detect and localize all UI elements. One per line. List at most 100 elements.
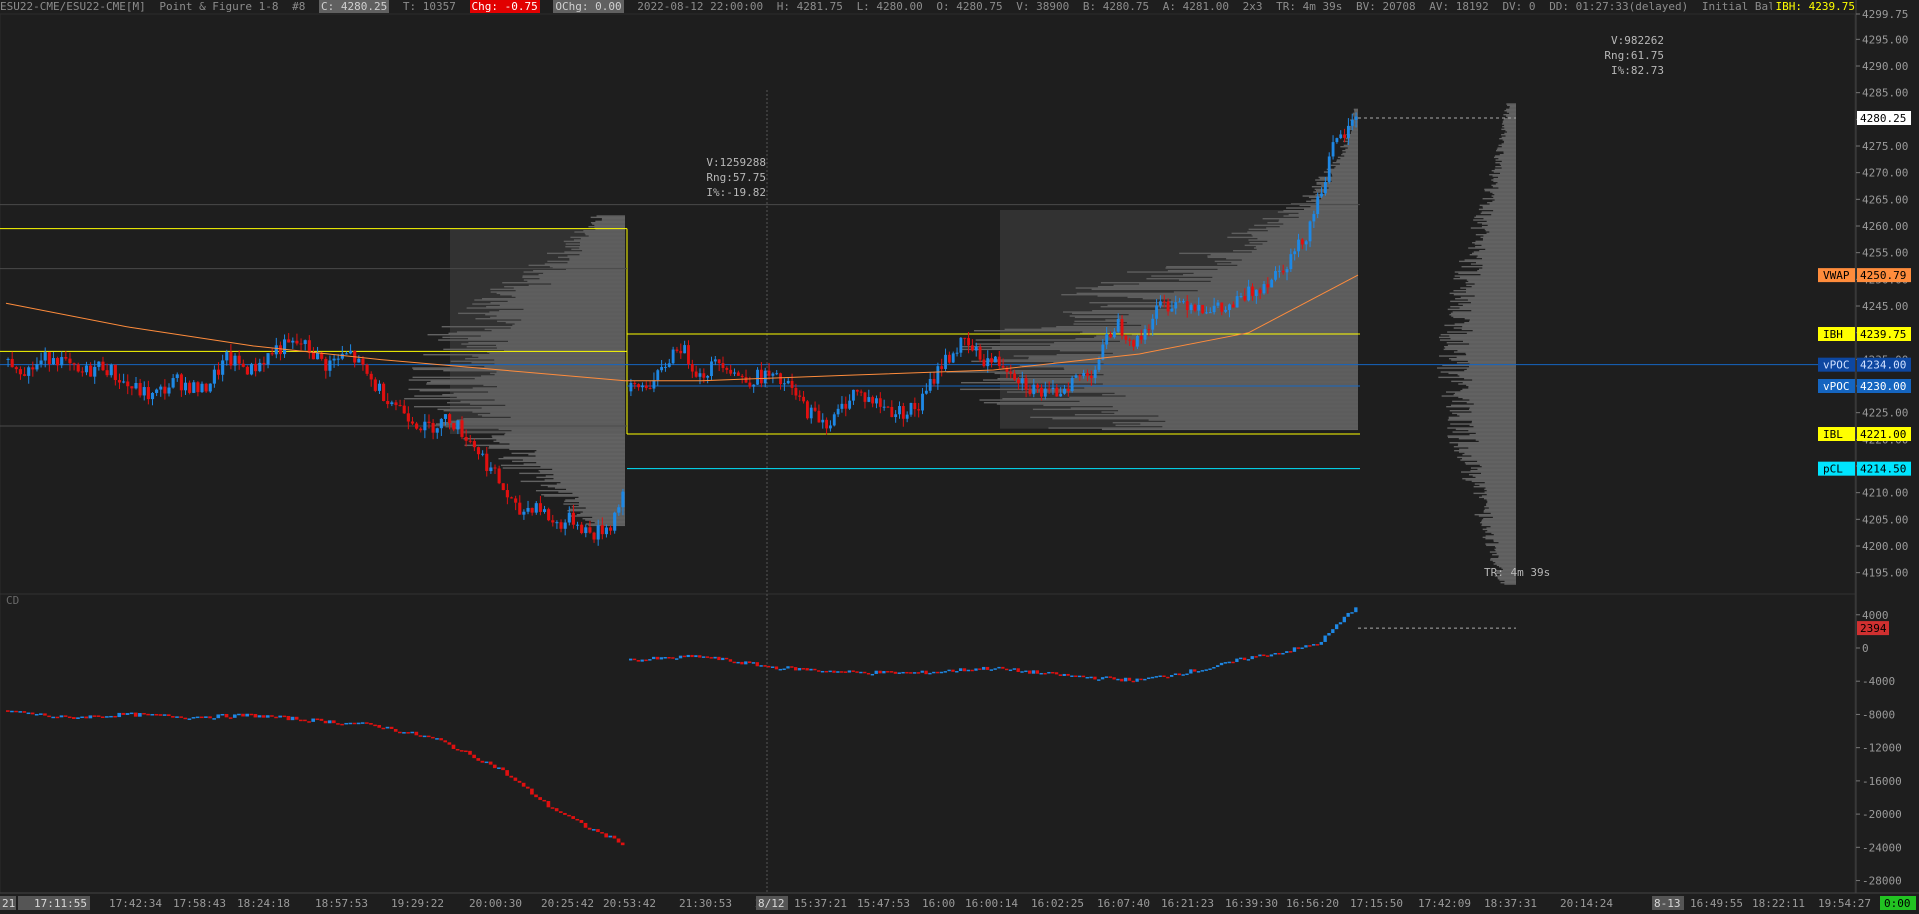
cd-bar [667, 657, 671, 659]
profile-row [1449, 442, 1516, 444]
cd-bar [1235, 658, 1239, 663]
profile-row [1475, 476, 1516, 479]
profile-row [1491, 179, 1516, 181]
price-bar [782, 383, 786, 385]
price-tick-label: 4299.75 [1862, 8, 1908, 21]
profile-row [1457, 350, 1516, 352]
price-bar [1201, 304, 1205, 314]
profile-row [1331, 174, 1358, 176]
cd-bar [736, 661, 740, 664]
cd-bar [1127, 677, 1132, 681]
cd-bar [191, 717, 196, 719]
price-bar [1339, 134, 1343, 139]
cd-bar [1035, 670, 1040, 674]
profile-row [1496, 552, 1516, 555]
profile-row [1506, 103, 1516, 105]
cd-axis[interactable]: 4000 0 -4000 -8000 -12000 -16000 -20000 -24000 -… [1856, 609, 1902, 888]
time-axis[interactable]: 21 17:11:55 17:42:34 17:58:43 18:24:18 18:57:… [0, 896, 1916, 910]
price-bar [944, 354, 947, 369]
profile-row [1503, 152, 1516, 155]
profile-row [1446, 342, 1516, 344]
cd-bar [484, 761, 489, 764]
cd-bar [356, 722, 361, 725]
cd-bar [1334, 624, 1339, 630]
price-bar [51, 358, 56, 365]
price-bar [1059, 393, 1063, 397]
price-bar [1086, 372, 1089, 376]
profile-row [1482, 198, 1516, 200]
cd-bar [257, 715, 262, 718]
cd-bar [678, 655, 683, 659]
profile-row [590, 222, 625, 224]
profile-row [1443, 348, 1516, 351]
profile-row [1455, 428, 1516, 431]
profile-row [1456, 362, 1516, 364]
price-bar [204, 383, 208, 392]
cd-tick-label: -8000 [1862, 708, 1895, 721]
cd-bar [1258, 654, 1262, 657]
cd-bar [1323, 635, 1327, 642]
profile-row [1474, 514, 1516, 516]
profile-row [1472, 330, 1516, 332]
price-bar [1001, 365, 1005, 368]
price-axis[interactable]: 4299.754295.004290.004285.004280.004275.… [1856, 8, 1908, 580]
cd-bar [817, 670, 821, 672]
price-bar [652, 380, 656, 389]
price-bar [974, 346, 978, 351]
profile-row [1466, 368, 1516, 371]
cd-bar [381, 727, 386, 730]
profile-row [1481, 244, 1516, 247]
profile-row [1101, 428, 1358, 431]
profile-row [1462, 388, 1516, 391]
cd-bar [492, 764, 497, 769]
cd-bar [51, 716, 56, 719]
profile-row [1479, 484, 1516, 487]
cd-bar [179, 716, 183, 718]
profile-row [1483, 518, 1516, 520]
time-label: 21:30:53 [679, 897, 732, 910]
profile-row [1315, 202, 1358, 204]
chart-canvas[interactable]: V:1259288 Rng:57.75 I%:-19.82 V:982262 R… [0, 0, 1919, 914]
cd-bar [34, 713, 39, 716]
profile-row [1477, 460, 1516, 463]
price-bar [917, 409, 921, 411]
time-label: 16:00 [922, 897, 955, 910]
price-bar [105, 370, 109, 376]
price-bar [756, 369, 759, 385]
price-bar [588, 527, 592, 533]
profile-row [1471, 252, 1516, 255]
cd-bar [1112, 677, 1116, 680]
cd-bar [43, 713, 47, 716]
profile-row [1335, 166, 1358, 168]
profile-row [1482, 267, 1516, 269]
cd-bar [663, 657, 667, 659]
profile-row [1471, 310, 1516, 312]
profile-row [1458, 303, 1516, 305]
price-bar [216, 369, 221, 375]
profile-row [1481, 223, 1516, 225]
profile-row [1485, 230, 1516, 232]
profile-row [1471, 420, 1516, 423]
cd-bar [698, 655, 702, 658]
cd-bar [1016, 668, 1020, 673]
price-bar [736, 372, 740, 376]
price-bar [617, 507, 621, 513]
cd-bar [751, 662, 756, 664]
price-bar [188, 382, 192, 393]
price-bar [138, 383, 142, 396]
cd-bar [88, 715, 93, 719]
profile-row [1493, 156, 1516, 159]
profile-row [1343, 140, 1358, 143]
profile-row [1464, 378, 1516, 380]
price-bar [1189, 304, 1193, 311]
profile-row [1468, 247, 1516, 249]
cd-bar [928, 672, 932, 675]
price-bar [6, 358, 10, 360]
profile-row [1445, 347, 1516, 349]
profile-row [1461, 266, 1516, 268]
profile-row [1479, 496, 1516, 499]
profile-row [1331, 172, 1358, 175]
profile-row [1485, 538, 1516, 540]
profile-row [1504, 124, 1516, 127]
cd-bar [332, 720, 336, 724]
